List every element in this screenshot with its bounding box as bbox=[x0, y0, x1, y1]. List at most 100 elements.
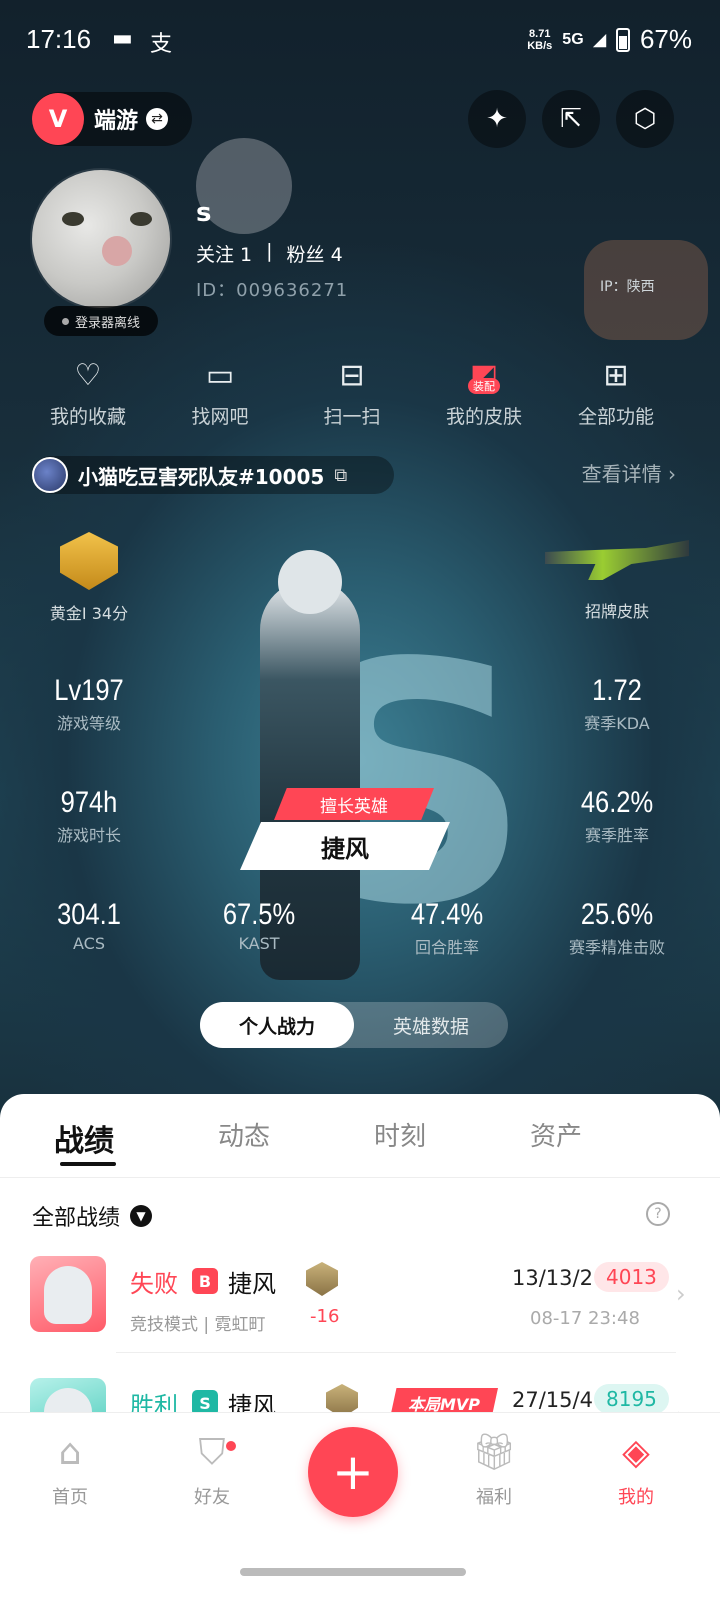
follow-stats: 关注 1 | 粉丝 4 bbox=[196, 240, 343, 267]
avatar[interactable] bbox=[30, 168, 172, 310]
showcase-skin-stat[interactable]: 招牌皮肤 bbox=[542, 532, 692, 622]
match-mode-map: 竞技模式 | 霓虹町 bbox=[130, 1315, 266, 1335]
match-row[interactable]: 失败 B 捷风 竞技模式 | 霓虹町 -16 13/13/2 4013 08-1… bbox=[0, 1256, 720, 1356]
data-view-toggle: 个人战力 英雄数据 bbox=[200, 1002, 508, 1048]
nickname: s bbox=[196, 198, 212, 228]
scan-icon: ⊟ bbox=[339, 358, 365, 393]
separator: | bbox=[266, 240, 273, 262]
headshot-stat: 25.6% 赛季精准击败 bbox=[568, 898, 665, 957]
tab-assets[interactable]: 资产 bbox=[530, 1116, 582, 1153]
settings-button[interactable]: ⬡ bbox=[616, 90, 674, 148]
nav-friends[interactable]: ⛉ 好友 bbox=[162, 1431, 262, 1509]
chevron-down-icon: ▼ bbox=[130, 1205, 153, 1227]
func-favorites[interactable]: ♡ 我的收藏 bbox=[28, 356, 148, 429]
match-agent: 捷风 bbox=[228, 1270, 276, 1298]
help-icon[interactable]: ? bbox=[646, 1202, 670, 1226]
online-status-badge: 登录器离线 bbox=[44, 306, 158, 336]
func-my-skins[interactable]: ◩ 装配 我的皮肤 bbox=[424, 356, 544, 429]
gift-icon: 🎁︎ bbox=[471, 1432, 517, 1473]
chevron-right-icon: › bbox=[676, 1280, 686, 1308]
agent-face-art bbox=[44, 1266, 92, 1324]
match-kda: 13/13/2 bbox=[512, 1266, 593, 1290]
status-time: 17:16 bbox=[26, 24, 92, 54]
copy-icon[interactable]: ⧉ bbox=[334, 465, 347, 486]
nav-mine[interactable]: ◈ 我的 bbox=[586, 1431, 686, 1509]
grid-icon: ⊞ bbox=[603, 358, 629, 393]
tab-activity[interactable]: 动态 bbox=[218, 1116, 270, 1153]
battery-icon bbox=[615, 27, 630, 52]
follow-count[interactable]: 关注 1 bbox=[196, 240, 252, 267]
round-winrate-stat: 47.4% 回合胜率 bbox=[410, 898, 484, 957]
agent-thumbnail bbox=[30, 1256, 106, 1332]
view-details-link[interactable]: 查看详情 › bbox=[582, 458, 676, 487]
rank-stat[interactable]: 黄金I 34分 bbox=[14, 532, 164, 624]
best-agent-name: 捷风 bbox=[240, 822, 450, 870]
net-speed: 8.71 KB/s bbox=[527, 27, 553, 52]
settings-icon: ⬡ bbox=[633, 104, 657, 134]
rank-delta: -16 bbox=[310, 1306, 340, 1327]
home-icon: ⌂ bbox=[58, 1432, 82, 1473]
network-type: 5G bbox=[562, 30, 584, 48]
func-scan[interactable]: ⊟ 扫一扫 bbox=[292, 356, 412, 429]
notification-dot bbox=[224, 1439, 238, 1453]
game-name: 端游 bbox=[94, 109, 139, 134]
share-icon: ⇱ bbox=[560, 104, 582, 134]
battery-percent: 67% bbox=[639, 24, 692, 54]
profile-icon: ◈ bbox=[622, 1432, 650, 1473]
match-score: 4013 bbox=[594, 1262, 669, 1292]
function-row: ♡ 我的收藏 ▭ 找网吧 ⊟ 扫一扫 ◩ 装配 我的皮肤 ⊞ 全部功能 bbox=[0, 356, 720, 436]
offline-dot-icon bbox=[61, 317, 69, 325]
level-stat: Lv197 游戏等级 bbox=[54, 674, 124, 733]
status-indicators: 8.71 KB/s 5G ◢ 67% bbox=[527, 24, 692, 55]
row-divider bbox=[116, 1352, 676, 1353]
edit-card-button[interactable]: ✦ bbox=[468, 90, 526, 148]
rifle-skin-icon bbox=[545, 540, 689, 580]
mode-badge: B bbox=[192, 1268, 218, 1294]
heart-icon: ♡ bbox=[74, 358, 102, 393]
share-button[interactable]: ⇱ bbox=[542, 90, 600, 148]
tab-moments[interactable]: 时刻 bbox=[374, 1116, 426, 1153]
status-bar: 17:16 ▬ 支 8.71 KB/s 5G ◢ 67% bbox=[0, 0, 720, 80]
tab-records[interactable]: 战绩 bbox=[54, 1116, 114, 1160]
match-kda: 27/15/4 bbox=[512, 1388, 593, 1412]
notification-icon: ▬ bbox=[112, 26, 133, 51]
match-result: 失败 bbox=[130, 1270, 178, 1298]
func-all[interactable]: ⊞ 全部功能 bbox=[556, 356, 676, 429]
edit-card-icon: ✦ bbox=[486, 104, 508, 134]
rank-icon bbox=[306, 1262, 338, 1296]
best-agent-banner[interactable]: 擅长英雄 捷风 bbox=[240, 788, 470, 870]
create-post-button[interactable]: + bbox=[308, 1427, 398, 1517]
valorant-logo-icon: V bbox=[32, 93, 84, 145]
toggle-personal-power[interactable]: 个人战力 bbox=[200, 1002, 354, 1048]
func-find-netcafe[interactable]: ▭ 找网吧 bbox=[160, 356, 280, 429]
kda-stat: 1.72 赛季KDA bbox=[584, 674, 650, 733]
player-card-avatar bbox=[32, 457, 68, 493]
user-id: ID：009636271 bbox=[196, 280, 349, 301]
nav-home[interactable]: ⌂ 首页 bbox=[20, 1431, 120, 1509]
records-filter[interactable]: 全部战绩 ▼ bbox=[32, 1200, 153, 1232]
match-time: 08-17 23:48 bbox=[530, 1308, 640, 1329]
monitor-icon: ▭ bbox=[205, 358, 235, 393]
game-switch-button[interactable]: V 端游 ⇄ bbox=[32, 92, 192, 146]
gold-rank-icon bbox=[60, 532, 118, 590]
match-score: 8195 bbox=[594, 1384, 669, 1414]
riot-id-chip[interactable]: 小猫吃豆害死队友#10005 ⧉ bbox=[32, 456, 394, 494]
toggle-hero-data[interactable]: 英雄数据 bbox=[354, 1002, 508, 1048]
kast-stat: 67.5% KAST bbox=[222, 898, 296, 953]
best-agent-tag: 擅长英雄 bbox=[274, 788, 434, 820]
content-tabs: 战绩 动态 时刻 资产 bbox=[0, 1094, 720, 1178]
riot-id-text: 小猫吃豆害死队友#10005 bbox=[78, 464, 325, 489]
playtime-stat: 974h 游戏时长 bbox=[56, 786, 121, 845]
alipay-icon: 支 bbox=[150, 32, 173, 57]
avatar-eye bbox=[62, 212, 84, 226]
swap-icon: ⇄ bbox=[146, 108, 169, 130]
agent-head-art bbox=[278, 550, 342, 614]
tab-indicator bbox=[60, 1162, 116, 1166]
home-indicator[interactable] bbox=[240, 1568, 466, 1576]
signal-icon: ◢ bbox=[593, 31, 606, 49]
avatar-nose bbox=[102, 236, 132, 266]
ip-location: IP：陕西 bbox=[600, 279, 655, 295]
fans-count[interactable]: 粉丝 4 bbox=[287, 240, 343, 267]
nav-welfare[interactable]: 🎁︎ 福利 bbox=[444, 1431, 544, 1509]
avatar-eye bbox=[130, 212, 152, 226]
